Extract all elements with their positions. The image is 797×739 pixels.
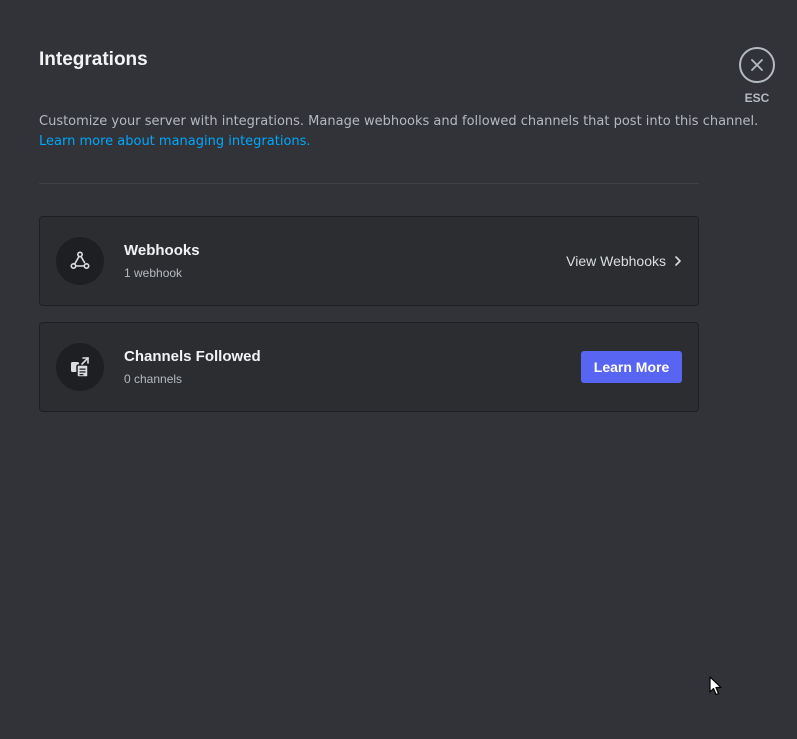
chevron-right-icon <box>675 256 681 266</box>
webhooks-card[interactable]: Webhooks 1 webhook View Webhooks <box>39 216 699 306</box>
channels-followed-title: Channels Followed <box>124 348 261 365</box>
learn-more-integrations-link[interactable]: Learn more about managing integrations. <box>39 134 311 149</box>
webhook-icon <box>56 237 104 285</box>
integrations-page: Integrations Customize your server with … <box>0 0 797 739</box>
learn-more-button[interactable]: Learn More <box>581 351 682 383</box>
channels-followed-card: Channels Followed 0 channels Learn More <box>39 322 699 412</box>
webhooks-count: 1 webhook <box>124 266 183 280</box>
channel-follow-icon <box>56 343 104 391</box>
close-button[interactable] <box>739 47 775 83</box>
esc-label: ESC <box>744 91 770 105</box>
view-webhooks-label: View Webhooks <box>566 253 666 269</box>
mouse-cursor-icon <box>709 676 722 696</box>
description-text: Customize your server with integrations.… <box>39 114 759 129</box>
page-title: Integrations <box>39 49 148 70</box>
view-webhooks-button[interactable]: View Webhooks <box>566 251 682 271</box>
divider <box>39 183 699 184</box>
channels-followed-count: 0 channels <box>124 372 183 386</box>
close-control: ESC <box>739 47 775 105</box>
page-description: Customize your server with integrations.… <box>39 112 758 152</box>
close-icon <box>751 59 763 71</box>
webhooks-title: Webhooks <box>124 242 200 259</box>
